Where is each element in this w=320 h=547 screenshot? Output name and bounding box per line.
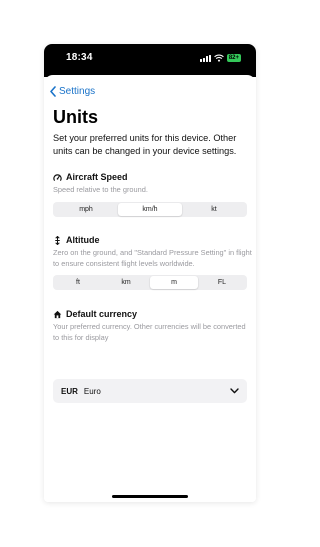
aircraft-speed-title: Aircraft Speed — [66, 172, 128, 182]
speed-option-kt[interactable]: kt — [182, 203, 246, 216]
chevron-down-icon — [230, 388, 239, 394]
currency-description: Your preferred currency. Other currencie… — [53, 322, 246, 342]
home-indicator — [112, 495, 188, 498]
status-icons: 82+ — [199, 54, 241, 62]
aircraft-speed-description: Speed relative to the ground. — [53, 185, 148, 194]
altitude-icon — [55, 235, 60, 245]
currency-heading: Default currency — [53, 309, 137, 319]
wifi-icon — [214, 54, 224, 62]
phone-screen: 18:34 82+ Settings Units Set your prefer… — [44, 44, 256, 502]
currency-dropdown[interactable]: EUR Euro — [53, 379, 247, 403]
altitude-option-m[interactable]: m — [150, 276, 198, 289]
altitude-option-fl[interactable]: FL — [198, 276, 246, 289]
battery-icon: 82+ — [226, 54, 241, 62]
settings-sheet: Settings Units Set your preferred units … — [44, 75, 256, 502]
currency-code: EUR — [61, 386, 78, 396]
page-description: Set your preferred units for this device… — [53, 133, 237, 156]
altitude-option-ft[interactable]: ft — [54, 276, 102, 289]
signal-icon — [199, 54, 211, 62]
altitude-description: Zero on the ground, and "Standard Pressu… — [53, 248, 252, 268]
speedometer-icon — [53, 173, 62, 181]
speed-option-mph[interactable]: mph — [54, 203, 118, 216]
page-title: Units — [53, 107, 98, 127]
currency-name: Euro — [83, 386, 101, 396]
aircraft-speed-selector[interactable]: mph km/h kt — [53, 202, 247, 217]
status-bar: 18:34 82+ — [44, 44, 256, 77]
altitude-heading: Altitude — [53, 235, 100, 245]
back-button[interactable]: Settings — [49, 86, 95, 97]
altitude-selector[interactable]: ft km m FL — [53, 275, 247, 290]
altitude-title: Altitude — [66, 235, 100, 245]
altitude-option-km[interactable]: km — [102, 276, 150, 289]
speed-option-kmh[interactable]: km/h — [118, 203, 182, 216]
chevron-left-icon — [50, 86, 56, 97]
currency-title: Default currency — [66, 309, 138, 319]
home-icon — [53, 310, 62, 318]
aircraft-speed-heading: Aircraft Speed — [53, 172, 128, 182]
status-time: 18:34 — [66, 52, 93, 63]
back-label: Settings — [59, 86, 96, 97]
